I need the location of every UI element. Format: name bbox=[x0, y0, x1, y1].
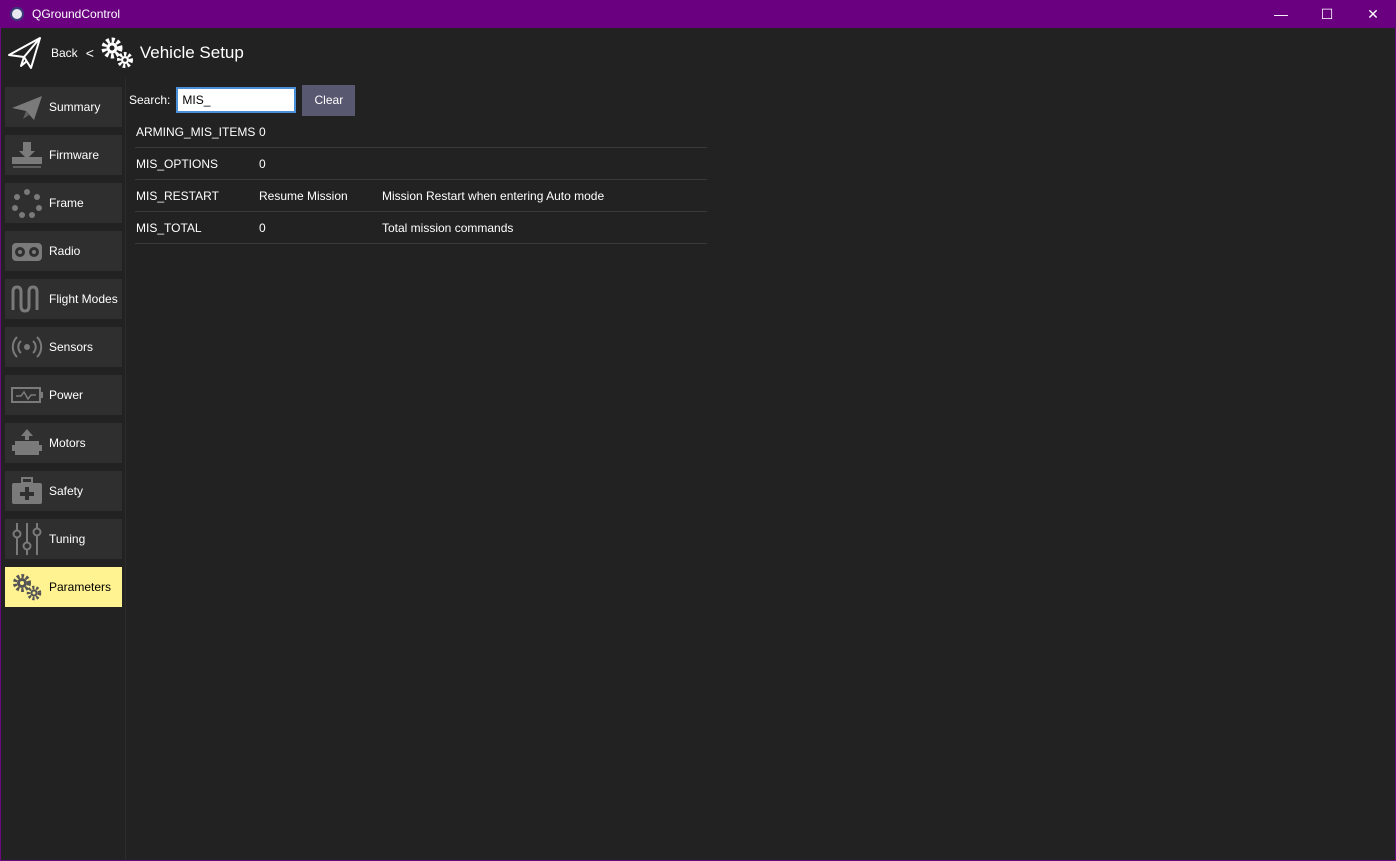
sidebar-item-label: Safety bbox=[49, 484, 84, 498]
sidebar-item-label: Power bbox=[49, 388, 84, 402]
sidebar-item-label: Tuning bbox=[49, 532, 86, 546]
clear-button[interactable]: Clear bbox=[302, 84, 356, 116]
sidebar-item-label: Summary bbox=[49, 100, 101, 114]
parameter-name: MIS_RESTART bbox=[136, 189, 219, 203]
frame-dots-icon bbox=[10, 186, 44, 220]
sidebar-item-sensors[interactable]: Sensors bbox=[5, 327, 122, 367]
table-row[interactable]: MIS_TOTAL 0 Total mission commands bbox=[135, 212, 707, 244]
sidebar-item-motors[interactable]: Motors bbox=[5, 423, 122, 463]
close-button[interactable]: ✕ bbox=[1350, 0, 1396, 28]
search-row: Search: Clear bbox=[129, 84, 356, 116]
maximize-icon: ☐ bbox=[1320, 5, 1334, 22]
sensor-signal-icon bbox=[10, 330, 44, 364]
gears-icon bbox=[101, 37, 133, 68]
first-aid-kit-icon bbox=[10, 474, 44, 508]
parameter-name: ARMING_MIS_ITEMS bbox=[136, 125, 256, 139]
parameter-name: MIS_TOTAL bbox=[136, 221, 202, 235]
parameter-description: Mission Restart when entering Auto mode bbox=[382, 189, 605, 203]
parameter-name: MIS_OPTIONS bbox=[136, 157, 219, 171]
maximize-button[interactable]: ☐ bbox=[1304, 0, 1350, 28]
parameter-value: 0 bbox=[259, 125, 266, 139]
minimize-button[interactable]: — bbox=[1258, 0, 1304, 28]
sidebar-item-firmware[interactable]: Firmware bbox=[5, 135, 122, 175]
table-row[interactable]: MIS_OPTIONS 0 bbox=[135, 148, 707, 180]
parameter-description: Total mission commands bbox=[382, 221, 514, 235]
sidebar-item-label: Radio bbox=[49, 244, 81, 258]
qgroundcontrol-app-icon bbox=[10, 7, 24, 21]
page-title: Vehicle Setup bbox=[139, 43, 244, 62]
sidebar-item-parameters[interactable]: Parameters bbox=[5, 567, 122, 607]
sidebar-item-label: Parameters bbox=[49, 580, 112, 594]
parameter-value: 0 bbox=[259, 157, 266, 171]
sidebar-item-safety[interactable]: Safety bbox=[5, 471, 122, 511]
sidebar-item-label: Motors bbox=[49, 436, 86, 450]
sidebar-item-label: Sensors bbox=[49, 340, 94, 354]
sidebar-item-tuning[interactable]: Tuning bbox=[5, 519, 122, 559]
breadcrumb-separator: < bbox=[85, 45, 94, 61]
sliders-icon bbox=[10, 522, 44, 556]
sidebar-item-frame[interactable]: Frame bbox=[5, 183, 122, 223]
radio-transmitter-icon bbox=[10, 234, 44, 268]
sidebar-item-label: Flight Modes bbox=[49, 292, 118, 306]
paper-plane-icon[interactable] bbox=[7, 35, 43, 71]
title-bar: QGroundControl — ☐ ✕ bbox=[0, 0, 1396, 28]
parameter-value: 0 bbox=[259, 221, 266, 235]
window-controls: — ☐ ✕ bbox=[1258, 0, 1396, 28]
window-title: QGroundControl bbox=[32, 7, 121, 21]
search-input[interactable] bbox=[176, 87, 297, 113]
back-button[interactable]: Back bbox=[51, 46, 78, 60]
close-icon: ✕ bbox=[1367, 5, 1379, 22]
sidebar-item-label: Frame bbox=[49, 196, 84, 210]
battery-icon bbox=[10, 378, 44, 412]
search-label: Search: bbox=[129, 93, 171, 107]
paper-plane-icon bbox=[10, 90, 44, 124]
sidebar: Summary Firmware Frame Radio Flight Mode… bbox=[1, 78, 126, 860]
parameter-table: ARMING_MIS_ITEMS 0 MIS_OPTIONS 0 MIS_RES… bbox=[135, 116, 707, 244]
gears-icon bbox=[10, 570, 44, 604]
sidebar-item-label: Firmware bbox=[49, 148, 99, 162]
table-row[interactable]: ARMING_MIS_ITEMS 0 bbox=[135, 116, 707, 148]
sidebar-item-power[interactable]: Power bbox=[5, 375, 122, 415]
main-window: Back < Vehicle Setup Summary Firmware Fr… bbox=[1, 28, 1395, 860]
download-icon bbox=[10, 138, 44, 172]
toolbar: Back < Vehicle Setup bbox=[1, 28, 1395, 78]
table-row[interactable]: MIS_RESTART Resume Mission Mission Resta… bbox=[135, 180, 707, 212]
wave-icon bbox=[10, 282, 44, 316]
sidebar-item-summary[interactable]: Summary bbox=[5, 87, 122, 127]
minimize-icon: — bbox=[1274, 6, 1288, 22]
sidebar-item-radio[interactable]: Radio bbox=[5, 231, 122, 271]
parameter-value: Resume Mission bbox=[259, 189, 348, 203]
sidebar-item-flight-modes[interactable]: Flight Modes bbox=[5, 279, 122, 319]
motor-icon bbox=[10, 426, 44, 460]
